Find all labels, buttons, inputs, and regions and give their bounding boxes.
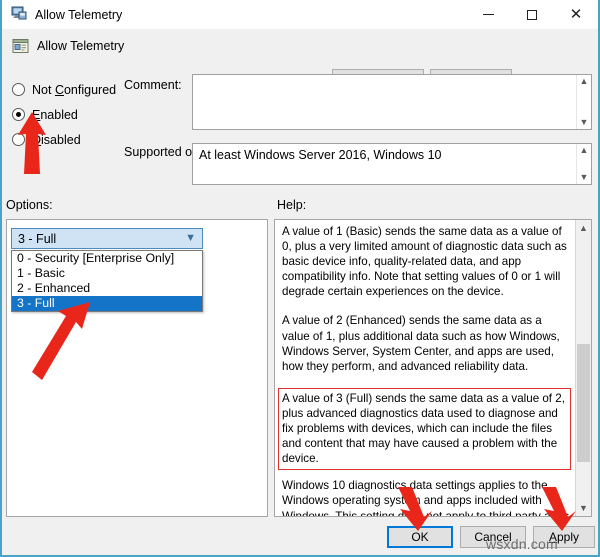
telemetry-level-dropdown-list[interactable]: 0 - Security [Enterprise Only] 1 - Basic… xyxy=(11,250,203,312)
radio-disabled[interactable]: Disabled xyxy=(12,127,117,152)
setting-header: Allow Telemetry Previous Setting Next Se… xyxy=(2,29,598,91)
help-paragraph-highlighted: A value of 3 (Full) sends the same data … xyxy=(278,387,571,471)
telemetry-level-combobox[interactable]: 3 - Full ▼ xyxy=(11,228,203,249)
options-label: Options: xyxy=(6,198,53,212)
chevron-down-icon[interactable]: ▼ xyxy=(576,500,591,516)
title-bar: Allow Telemetry ✕ xyxy=(2,0,598,29)
maximize-icon xyxy=(527,9,537,20)
radio-enabled-indicator xyxy=(12,108,25,121)
list-item[interactable]: 0 - Security [Enterprise Only] xyxy=(12,251,202,266)
radio-not-configured[interactable]: Not Configured xyxy=(12,77,117,102)
allow-telemetry-dialog: Allow Telemetry ✕ Allow Telemetry Previo… xyxy=(0,0,600,557)
comment-value xyxy=(193,75,591,83)
scrollbar-thumb[interactable] xyxy=(577,344,590,462)
help-text-body: A value of 1 (Basic) sends the same data… xyxy=(275,220,577,516)
supported-on-scrollbar[interactable]: ▲ ▼ xyxy=(576,144,591,184)
ok-button-label: OK xyxy=(411,530,429,544)
list-item-selected[interactable]: 3 - Full xyxy=(12,296,202,311)
window-controls: ✕ xyxy=(466,0,598,29)
close-icon: ✕ xyxy=(569,6,583,23)
comment-scrollbar[interactable]: ▲ ▼ xyxy=(576,75,591,129)
help-panel: A value of 1 (Basic) sends the same data… xyxy=(274,219,592,517)
ok-button[interactable]: OK xyxy=(387,526,453,548)
radio-enabled-label: Enabled xyxy=(32,107,78,122)
radio-not-configured-indicator xyxy=(12,83,25,96)
radio-enabled[interactable]: Enabled xyxy=(12,102,117,127)
help-paragraph: A value of 1 (Basic) sends the same data… xyxy=(282,225,567,299)
help-paragraph: A value of 2 (Enhanced) sends the same d… xyxy=(282,314,560,373)
chevron-down-icon[interactable]: ▼ xyxy=(580,171,589,184)
help-scrollbar[interactable]: ▲ ▼ xyxy=(575,220,591,516)
minimize-icon xyxy=(482,14,494,15)
list-item[interactable]: 1 - Basic xyxy=(12,266,202,281)
telemetry-level-value: 3 - Full xyxy=(18,231,57,246)
radio-not-configured-label: Not Configured xyxy=(32,82,117,97)
radio-disabled-indicator xyxy=(12,133,25,146)
state-radio-group: Not Configured Enabled Disabled xyxy=(12,77,117,152)
comment-label: Comment: xyxy=(124,78,182,92)
chevron-up-icon[interactable]: ▲ xyxy=(580,75,589,88)
list-item[interactable]: 2 - Enhanced xyxy=(12,281,202,296)
supported-on-field[interactable]: At least Windows Server 2016, Windows 10… xyxy=(192,143,592,185)
chevron-down-icon[interactable]: ▼ xyxy=(185,232,196,244)
chevron-down-icon[interactable]: ▼ xyxy=(580,116,589,129)
help-paragraph: Windows 10 diagnostics data settings app… xyxy=(282,479,570,517)
comment-field[interactable]: ▲ ▼ xyxy=(192,74,592,130)
radio-disabled-label: Disabled xyxy=(32,132,81,147)
window-title: Allow Telemetry xyxy=(35,7,123,22)
policy-setting-icon xyxy=(12,38,29,58)
maximize-button[interactable] xyxy=(510,0,554,29)
close-button[interactable]: ✕ xyxy=(554,0,598,29)
supported-on-value: At least Windows Server 2016, Windows 10 xyxy=(199,148,442,162)
setting-name: Allow Telemetry xyxy=(37,39,125,53)
minimize-button[interactable] xyxy=(466,0,510,29)
help-label: Help: xyxy=(277,198,307,212)
supported-on-label: Supported on: xyxy=(124,145,203,159)
watermark: wsxdn.com xyxy=(486,536,558,552)
computer-policy-icon xyxy=(11,5,27,24)
chevron-up-icon[interactable]: ▲ xyxy=(576,220,591,236)
chevron-up-icon[interactable]: ▲ xyxy=(580,144,589,157)
